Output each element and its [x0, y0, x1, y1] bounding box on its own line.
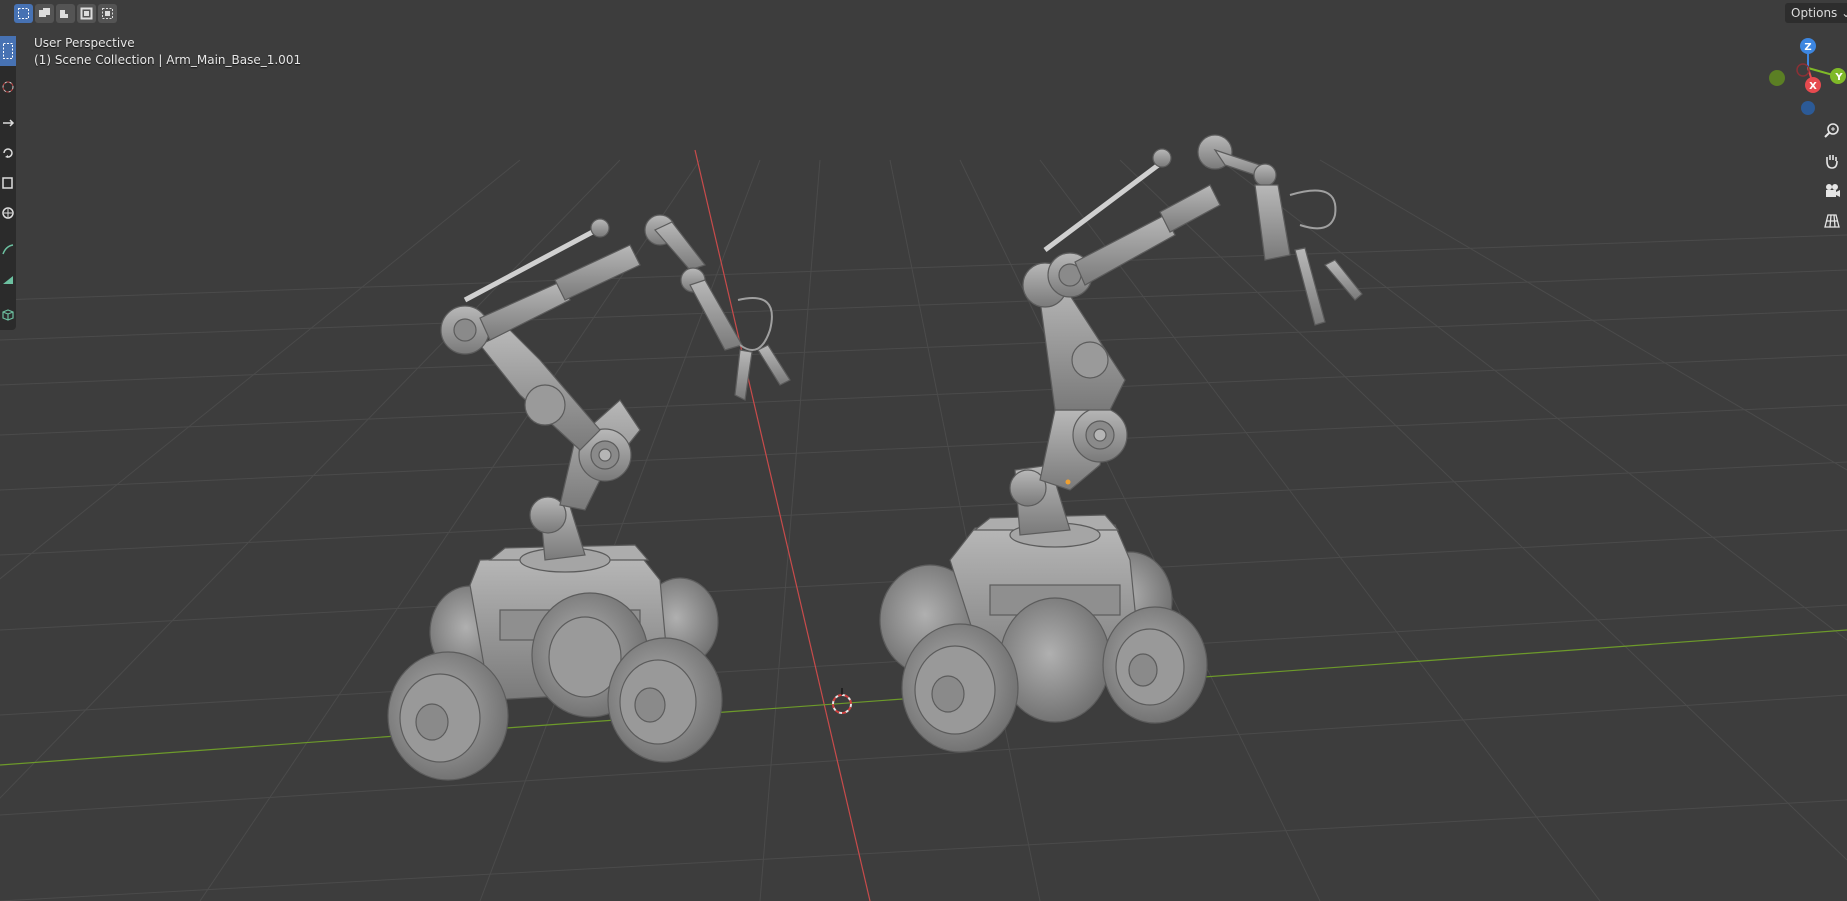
measure-icon[interactable]: [0, 264, 16, 294]
options-dropdown[interactable]: Options ⌄: [1785, 3, 1847, 23]
options-label: Options: [1791, 6, 1838, 20]
gizmo-z-label: Z: [1804, 42, 1811, 53]
pan-hand-icon[interactable]: [1819, 148, 1847, 174]
scale-icon[interactable]: [0, 168, 16, 198]
move-icon[interactable]: [0, 108, 16, 138]
rotate-icon[interactable]: [0, 138, 16, 168]
zoom-icon[interactable]: [1819, 118, 1847, 144]
selection-mode-bar: [14, 4, 117, 23]
select-subtract-icon[interactable]: [56, 4, 75, 23]
view-perspective-label: User Perspective: [34, 36, 135, 50]
chevron-down-icon: ⌄: [1841, 6, 1847, 20]
active-object-label: (1) Scene Collection | Arm_Main_Base_1.0…: [34, 53, 302, 67]
select-extend-icon[interactable]: [35, 4, 54, 23]
add-cube-icon[interactable]: [0, 300, 16, 330]
transform-icon[interactable]: [0, 198, 16, 228]
annotate-icon[interactable]: [0, 234, 16, 264]
grid-perspective-icon[interactable]: [1819, 208, 1847, 234]
camera-icon[interactable]: [1819, 178, 1847, 204]
gizmo-x-label: X: [1809, 81, 1817, 92]
cursor-icon[interactable]: [0, 72, 16, 102]
tool-shelf: [0, 36, 16, 330]
select-box-icon[interactable]: [0, 36, 16, 66]
select-intersect-icon[interactable]: [98, 4, 117, 23]
select-invert-icon[interactable]: [77, 4, 96, 23]
3d-viewport[interactable]: Z X Y: [0, 0, 1847, 901]
gizmo-y-label: Y: [1834, 72, 1843, 83]
select-set-icon[interactable]: [14, 4, 33, 23]
